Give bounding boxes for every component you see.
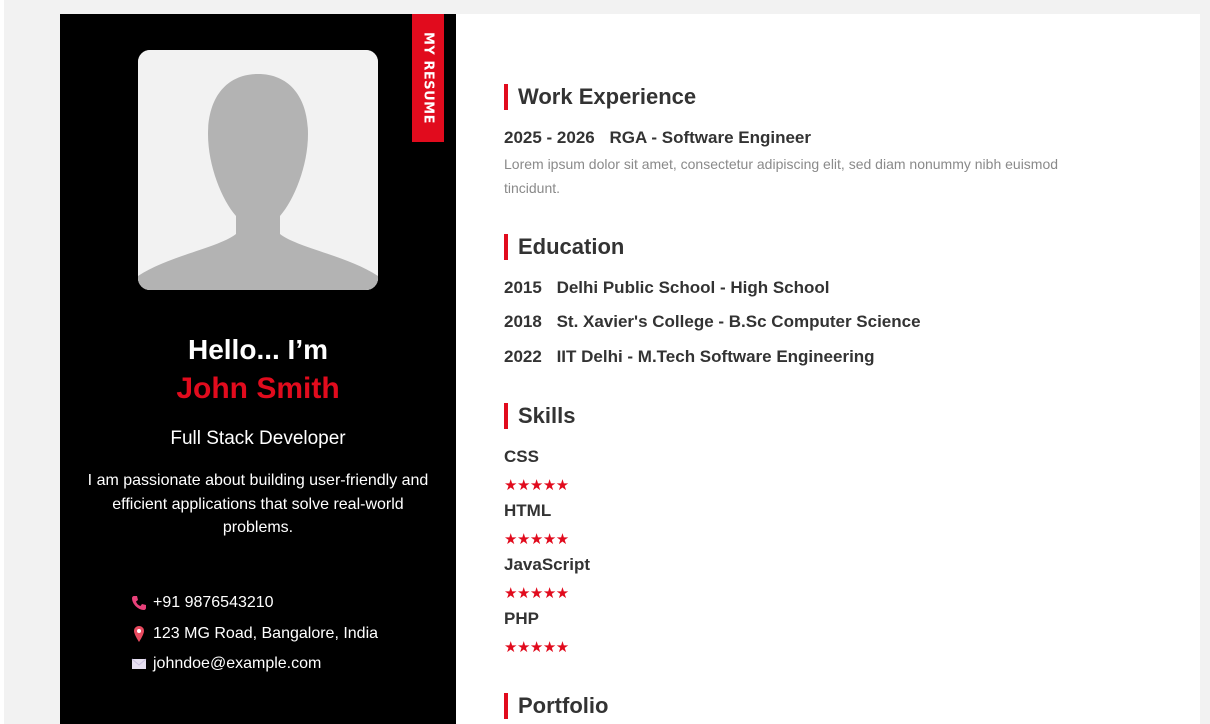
page-edge: [0, 0, 4, 724]
skill-rating: ★★★★★: [504, 638, 569, 656]
education-year: 2018: [504, 312, 542, 331]
heading-accent-bar: [504, 234, 508, 260]
resume-sheet: MY RESUME Hello... I’m John Smith Full S…: [60, 14, 1200, 724]
location-pin-icon: [130, 625, 148, 643]
portfolio-title: Portfolio: [518, 693, 609, 718]
profile-role: Full Stack Developer: [170, 428, 346, 449]
education-heading: Education: [504, 234, 624, 260]
skill-rating: ★★★★★: [504, 584, 569, 602]
education-year: 2015: [504, 278, 542, 297]
work-description: Lorem ipsum dolor sit amet, consectetur …: [504, 156, 1059, 196]
contact-phone[interactable]: +91 9876543210: [130, 588, 378, 619]
heading-accent-bar: [504, 84, 508, 110]
skill-name: JavaScript: [504, 555, 590, 574]
work-experience-heading: Work Experience: [504, 84, 696, 110]
work-experience-title: Work Experience: [518, 84, 697, 109]
education-item: 2022 IIT Delhi - M.Tech Software Enginee…: [504, 347, 875, 367]
contact-address: 123 MG Road, Bangalore, India: [130, 619, 378, 650]
profile-name: John Smith: [176, 372, 340, 405]
heading-accent-bar: [504, 693, 508, 719]
skill-name: HTML: [504, 501, 552, 520]
education-title: Education: [518, 234, 625, 259]
address-text: 123 MG Road, Bangalore, India: [153, 624, 379, 642]
avatar: [138, 50, 378, 290]
email-text: johndoe@example.com: [153, 655, 322, 673]
work-role: RGA - Software Engineer: [609, 128, 811, 147]
envelope-icon: [130, 655, 148, 673]
phone-icon: [130, 594, 148, 612]
person-silhouette-icon: [138, 50, 378, 290]
greeting-heading: Hello... I’m: [187, 334, 329, 365]
education-item: 2018 St. Xavier's College - B.Sc Compute…: [504, 312, 921, 332]
contact-list: +91 9876543210 123 MG Road, Bangalore, I…: [130, 588, 378, 680]
phone-text: +91 9876543210: [153, 594, 274, 612]
profile-sidebar: MY RESUME Hello... I’m John Smith Full S…: [60, 14, 456, 724]
skill-rating: ★★★★★: [504, 530, 569, 548]
skill-name: CSS: [504, 447, 539, 466]
education-year: 2022: [504, 347, 542, 366]
education-label: St. Xavier's College - B.Sc Computer Sci…: [556, 312, 921, 331]
skills-heading: Skills: [504, 403, 575, 429]
contact-email[interactable]: johndoe@example.com: [130, 649, 378, 680]
portfolio-heading: Portfolio: [504, 693, 608, 719]
education-item: 2015 Delhi Public School - High School: [504, 278, 830, 298]
education-label: Delhi Public School - High School: [556, 278, 830, 297]
heading-accent-bar: [504, 403, 508, 429]
profile-bio: I am passionate about building user-frie…: [87, 472, 429, 536]
skill-name: PHP: [504, 609, 539, 628]
education-label: IIT Delhi - M.Tech Software Engineering: [556, 347, 875, 366]
work-years: 2025 - 2026: [504, 128, 595, 147]
my-resume-ribbon: MY RESUME: [412, 14, 444, 142]
ribbon-label: MY RESUME: [420, 31, 436, 124]
skill-rating: ★★★★★: [504, 476, 569, 494]
skills-title: Skills: [518, 403, 576, 428]
work-item: 2025 - 2026 RGA - Software Engineer: [504, 128, 811, 148]
